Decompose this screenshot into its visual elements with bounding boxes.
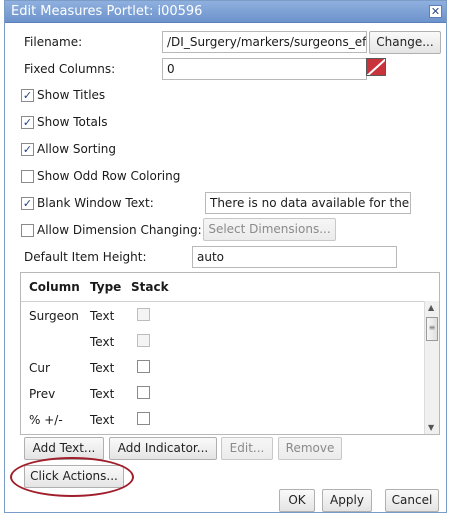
- type-cell: Text: [90, 387, 115, 401]
- show-odd-row-coloring-checkbox[interactable]: [21, 170, 34, 183]
- apply-button[interactable]: Apply: [322, 489, 372, 512]
- table-scrollbar[interactable]: ▲ ≡ ▼: [424, 301, 439, 434]
- column-header[interactable]: Column: [29, 280, 80, 294]
- column-cell: Cur: [29, 361, 50, 375]
- allow-dimension-changing-label: Allow Dimension Changing:: [37, 223, 202, 237]
- stack-header[interactable]: Stack: [131, 280, 169, 294]
- default-item-height-field[interactable]: auto: [192, 246, 397, 268]
- remove-button[interactable]: Remove: [278, 437, 342, 460]
- show-titles-checkbox[interactable]: ✓: [21, 89, 34, 102]
- stack-checkbox[interactable]: [137, 412, 150, 425]
- table-row[interactable]: Cur Text: [21, 360, 421, 387]
- show-titles-label: Show Titles: [37, 88, 106, 102]
- blank-window-text-checkbox[interactable]: ✓: [21, 197, 34, 210]
- stack-checkbox[interactable]: [137, 386, 150, 399]
- type-cell: Text: [90, 309, 115, 323]
- add-indicator-button[interactable]: Add Indicator...: [109, 437, 217, 460]
- type-header[interactable]: Type: [90, 280, 121, 294]
- column-cell: Surgeon: [29, 309, 79, 323]
- default-item-height-label: Default Item Height:: [24, 250, 147, 264]
- allow-sorting-checkbox[interactable]: ✓: [21, 143, 34, 156]
- blank-window-text-label: Blank Window Text:: [37, 196, 154, 210]
- cancel-button[interactable]: Cancel: [385, 489, 439, 512]
- table-row[interactable]: Text: [21, 334, 421, 361]
- show-totals-label: Show Totals: [37, 115, 108, 129]
- stack-checkbox[interactable]: [137, 360, 150, 373]
- blank-window-text-field[interactable]: There is no data available for the s: [205, 192, 411, 214]
- stack-checkbox: [137, 334, 150, 347]
- scrollbar-thumb[interactable]: ≡: [426, 317, 438, 341]
- ok-button[interactable]: OK: [279, 489, 315, 512]
- select-dimensions-button[interactable]: Select Dimensions...: [203, 218, 336, 241]
- dialog-titlebar[interactable]: Edit Measures Portlet: i00596 ✕: [5, 1, 446, 23]
- scroll-down-arrow-icon[interactable]: ▼: [428, 423, 434, 432]
- column-cell: Prev: [29, 387, 56, 401]
- columns-table: Column Type Stack Surgeon Text Text Cur …: [20, 272, 440, 435]
- close-icon[interactable]: ✕: [429, 5, 442, 18]
- color-swatch-icon[interactable]: [366, 58, 386, 76]
- show-totals-checkbox[interactable]: ✓: [21, 116, 34, 129]
- allow-sorting-label: Allow Sorting: [37, 142, 117, 156]
- column-cell: % +/-: [29, 413, 63, 427]
- table-row[interactable]: Surgeon Text: [21, 308, 421, 335]
- annotation-ellipse: [10, 457, 134, 497]
- dialog-title: Edit Measures Portlet: i00596: [11, 4, 203, 19]
- show-odd-row-coloring-label: Show Odd Row Coloring: [37, 169, 181, 183]
- table-header: Column Type Stack: [21, 273, 439, 302]
- filename-label: Filename:: [24, 35, 83, 49]
- table-row[interactable]: Prev Text: [21, 386, 421, 413]
- edit-button[interactable]: Edit...: [221, 437, 273, 460]
- type-cell: Text: [90, 361, 115, 375]
- type-cell: Text: [90, 335, 115, 349]
- scroll-up-arrow-icon[interactable]: ▲: [428, 303, 434, 312]
- fixed-columns-label: Fixed Columns:: [24, 62, 116, 76]
- change-button[interactable]: Change...: [369, 31, 441, 54]
- table-row[interactable]: % +/- Text: [21, 412, 421, 439]
- filename-field[interactable]: /DI_Surgery/markers/surgeons_effi: [162, 31, 367, 53]
- fixed-columns-field[interactable]: 0: [162, 58, 367, 80]
- allow-dimension-changing-checkbox[interactable]: [21, 224, 34, 237]
- type-cell: Text: [90, 413, 115, 427]
- stack-checkbox: [137, 308, 150, 321]
